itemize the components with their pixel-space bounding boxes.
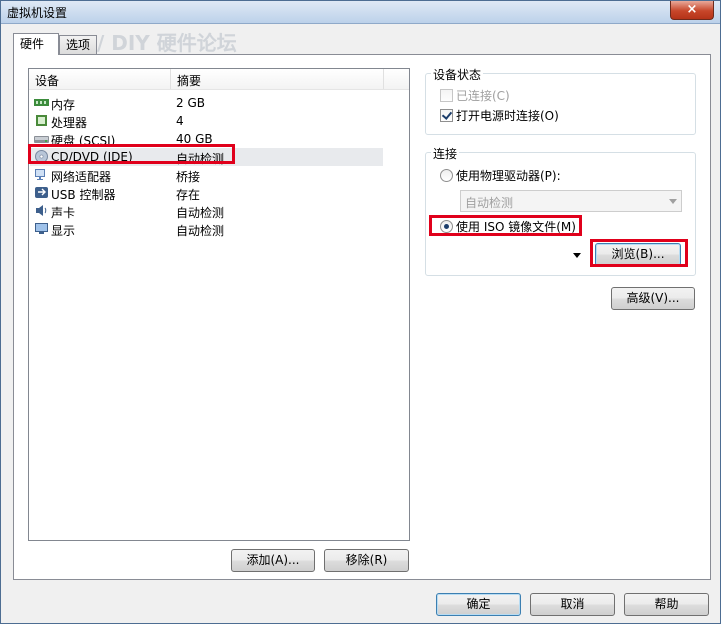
device-name: USB 控制器 [51,188,116,202]
tab-hardware-label: 硬件 [20,37,45,51]
device-summary: 自动检测 [176,224,225,238]
device-row-processor[interactable]: 处理器 4 [30,112,383,130]
device-summary: 2 GB [176,96,205,110]
iso-path-combo[interactable] [460,244,586,266]
device-row-display[interactable]: 显示 自动检测 [30,220,383,238]
display-icon [35,223,48,234]
column-separator[interactable] [383,69,384,89]
tab-options[interactable]: 选项 [59,35,97,54]
device-summary: 桥接 [176,170,201,184]
physical-drive-label: 使用物理驱动器(P): [456,169,561,183]
physical-drive-radio[interactable] [440,169,453,182]
device-row-memory[interactable]: 内存 2 GB [30,94,383,112]
hardware-panel: 设备 摘要 内存 2 GB 处理器 4 硬盘 (SCSI) 40 GB CD/D… [13,54,711,580]
connected-label: 已连接(C) [456,89,510,103]
advanced-button[interactable]: 高级(V)... [611,287,695,310]
connect-at-power-on-label: 打开电源时连接(O) [456,109,559,123]
close-button[interactable]: × [670,1,714,20]
physical-drive-value: 自动检测 [465,196,514,210]
connect-at-power-on-checkbox[interactable] [440,109,453,122]
network-adapter-icon [35,169,45,180]
device-row-network[interactable]: 网络适配器 桥接 [30,166,383,184]
device-name: 声卡 [51,206,76,220]
column-separator[interactable] [170,69,171,89]
remove-device-button[interactable]: 移除(R) [324,549,409,572]
column-device[interactable]: 设备 [35,72,59,89]
connection-label: 连接 [431,145,460,162]
watermark-logo-top: / DIY 硬件论坛 [97,31,237,55]
device-status-group: 设备状态 已连接(C) 打开电源时连接(O) [425,66,696,135]
column-summary[interactable]: 摘要 [177,72,201,89]
tab-options-label: 选项 [66,38,91,52]
settings-window: 虚拟机设置 × / DIY 硬件论坛 DIY硬件论坛 硬件 选项 设备 摘要 内… [0,0,721,624]
memory-icon [34,99,49,106]
close-icon: × [686,2,698,17]
device-row-usb[interactable]: USB 控制器 存在 [30,184,383,202]
highlight-browse-button [590,239,688,267]
device-name: 显示 [51,224,76,238]
device-status-label: 设备状态 [431,66,484,83]
cancel-button[interactable]: 取消 [530,593,615,616]
processor-icon [36,115,47,126]
sound-card-icon [36,205,47,216]
chevron-down-icon [669,199,677,204]
device-summary: 自动检测 [176,206,225,220]
device-list[interactable]: 设备 摘要 内存 2 GB 处理器 4 硬盘 (SCSI) 40 GB CD/D… [28,68,410,541]
add-device-button[interactable]: 添加(A)... [231,549,315,572]
device-list-header: 设备 摘要 [29,69,409,90]
device-row-sound[interactable]: 声卡 自动检测 [30,202,383,220]
device-summary: 存在 [176,188,201,202]
physical-drive-select[interactable]: 自动检测 [460,190,682,212]
tab-hardware[interactable]: 硬件 [13,33,59,55]
connected-checkbox[interactable] [440,89,453,102]
chevron-down-icon [573,253,581,258]
device-name: 网络适配器 [51,170,112,184]
help-button[interactable]: 帮助 [624,593,709,616]
usb-icon [35,187,48,198]
device-summary: 4 [176,114,184,128]
highlight-cd-dvd-row [28,144,235,164]
window-title: 虚拟机设置 [7,6,68,20]
highlight-iso-option [429,215,582,236]
ok-button[interactable]: 确定 [436,593,521,616]
device-name: 处理器 [51,116,88,130]
title-bar[interactable]: 虚拟机设置 × [1,1,720,24]
device-name: 内存 [51,98,76,112]
